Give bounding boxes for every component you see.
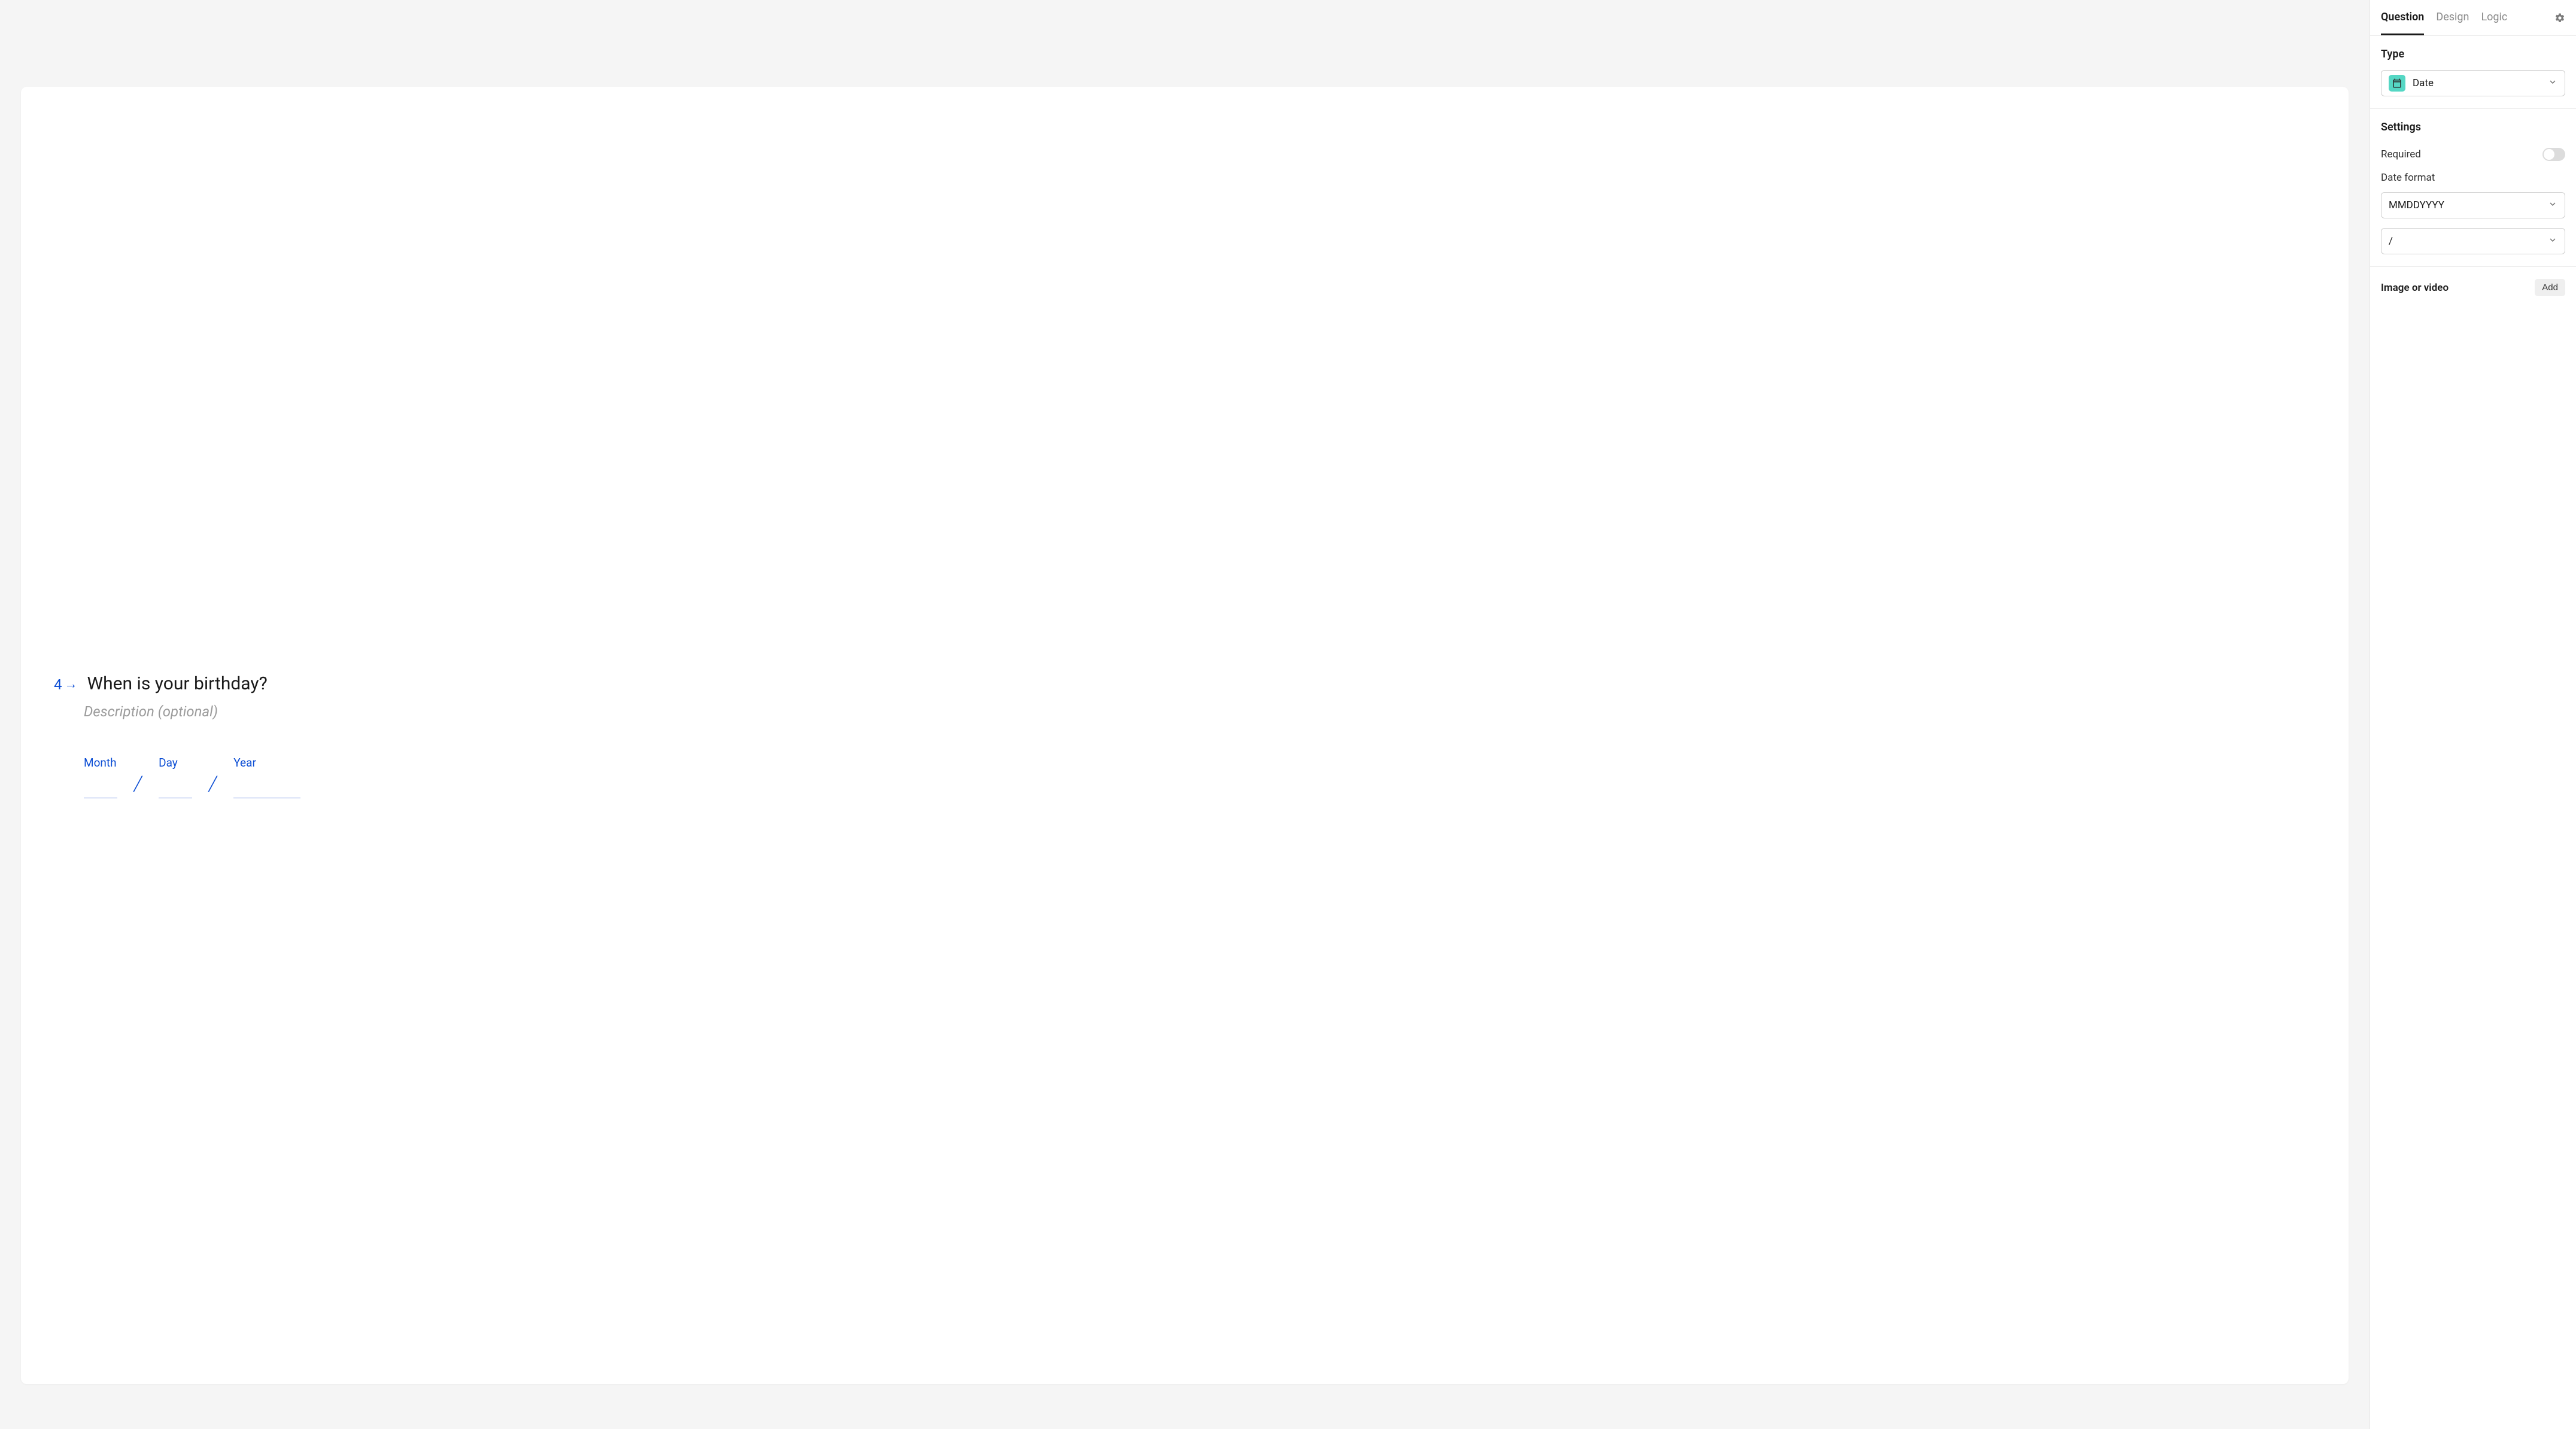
- calendar-icon: [2389, 75, 2405, 92]
- date-year-underline: [233, 780, 300, 798]
- date-month-field[interactable]: Month: [84, 756, 117, 798]
- tab-logic[interactable]: Logic: [2481, 0, 2507, 35]
- chevron-down-icon: [2548, 235, 2557, 247]
- type-select-value: Date: [2413, 77, 2434, 89]
- chevron-down-icon: [2548, 199, 2557, 211]
- date-separator-select-left: /: [2389, 235, 2393, 247]
- settings-section-title: Settings: [2381, 121, 2565, 133]
- media-label: Image or video: [2381, 282, 2449, 294]
- date-year-label: Year: [233, 756, 300, 770]
- question-number: 4 →: [54, 676, 78, 693]
- type-section: Type Date: [2370, 36, 2576, 109]
- date-day-underline: [159, 780, 192, 798]
- date-day-label: Day: [159, 756, 192, 770]
- tab-design[interactable]: Design: [2436, 0, 2469, 35]
- date-separator-select[interactable]: /: [2381, 228, 2565, 254]
- date-separator-2: /: [209, 772, 217, 796]
- media-row: Image or video Add: [2381, 279, 2565, 296]
- date-month-underline: [84, 780, 117, 798]
- type-select-left: Date: [2389, 75, 2434, 92]
- question-card[interactable]: 4 → When is your birthday? Description (…: [21, 87, 2349, 1384]
- date-year-field[interactable]: Year: [233, 756, 300, 798]
- required-row: Required: [2381, 143, 2565, 172]
- date-format-select-left: MMDDYYYY: [2389, 199, 2444, 211]
- date-separator-value: /: [2389, 235, 2393, 247]
- date-fields: Month / Day / Year: [84, 756, 2316, 798]
- question-header-row: 4 → When is your birthday?: [54, 673, 2316, 695]
- date-format-value: MMDDYYYY: [2389, 199, 2444, 211]
- required-toggle[interactable]: [2542, 148, 2565, 161]
- chevron-down-icon: [2548, 77, 2557, 89]
- app-root: 4 → When is your birthday? Description (…: [0, 0, 2576, 1429]
- date-separator-1: /: [134, 772, 142, 796]
- add-media-button[interactable]: Add: [2535, 279, 2565, 296]
- toggle-knob: [2544, 149, 2554, 160]
- panel-tabs: Question Design Logic: [2370, 0, 2576, 36]
- arrow-right-icon: →: [65, 678, 78, 691]
- settings-panel: Question Design Logic Type Date: [2370, 0, 2576, 1429]
- type-select[interactable]: Date: [2381, 70, 2565, 96]
- date-day-field[interactable]: Day: [159, 756, 192, 798]
- settings-section: Settings Required Date format MMDDYYYY /: [2370, 109, 2576, 267]
- required-label: Required: [2381, 148, 2421, 160]
- date-month-label: Month: [84, 756, 117, 770]
- question-number-value: 4: [54, 676, 62, 693]
- type-section-title: Type: [2381, 48, 2565, 60]
- date-format-label: Date format: [2381, 172, 2565, 184]
- tab-question[interactable]: Question: [2381, 0, 2424, 35]
- editor-canvas: 4 → When is your birthday? Description (…: [0, 0, 2370, 1429]
- media-section: Image or video Add: [2370, 267, 2576, 308]
- date-format-select[interactable]: MMDDYYYY: [2381, 192, 2565, 218]
- question-description-input[interactable]: Description (optional): [84, 703, 2316, 720]
- question-title-input[interactable]: When is your birthday?: [87, 673, 268, 695]
- gear-icon[interactable]: [2554, 13, 2565, 23]
